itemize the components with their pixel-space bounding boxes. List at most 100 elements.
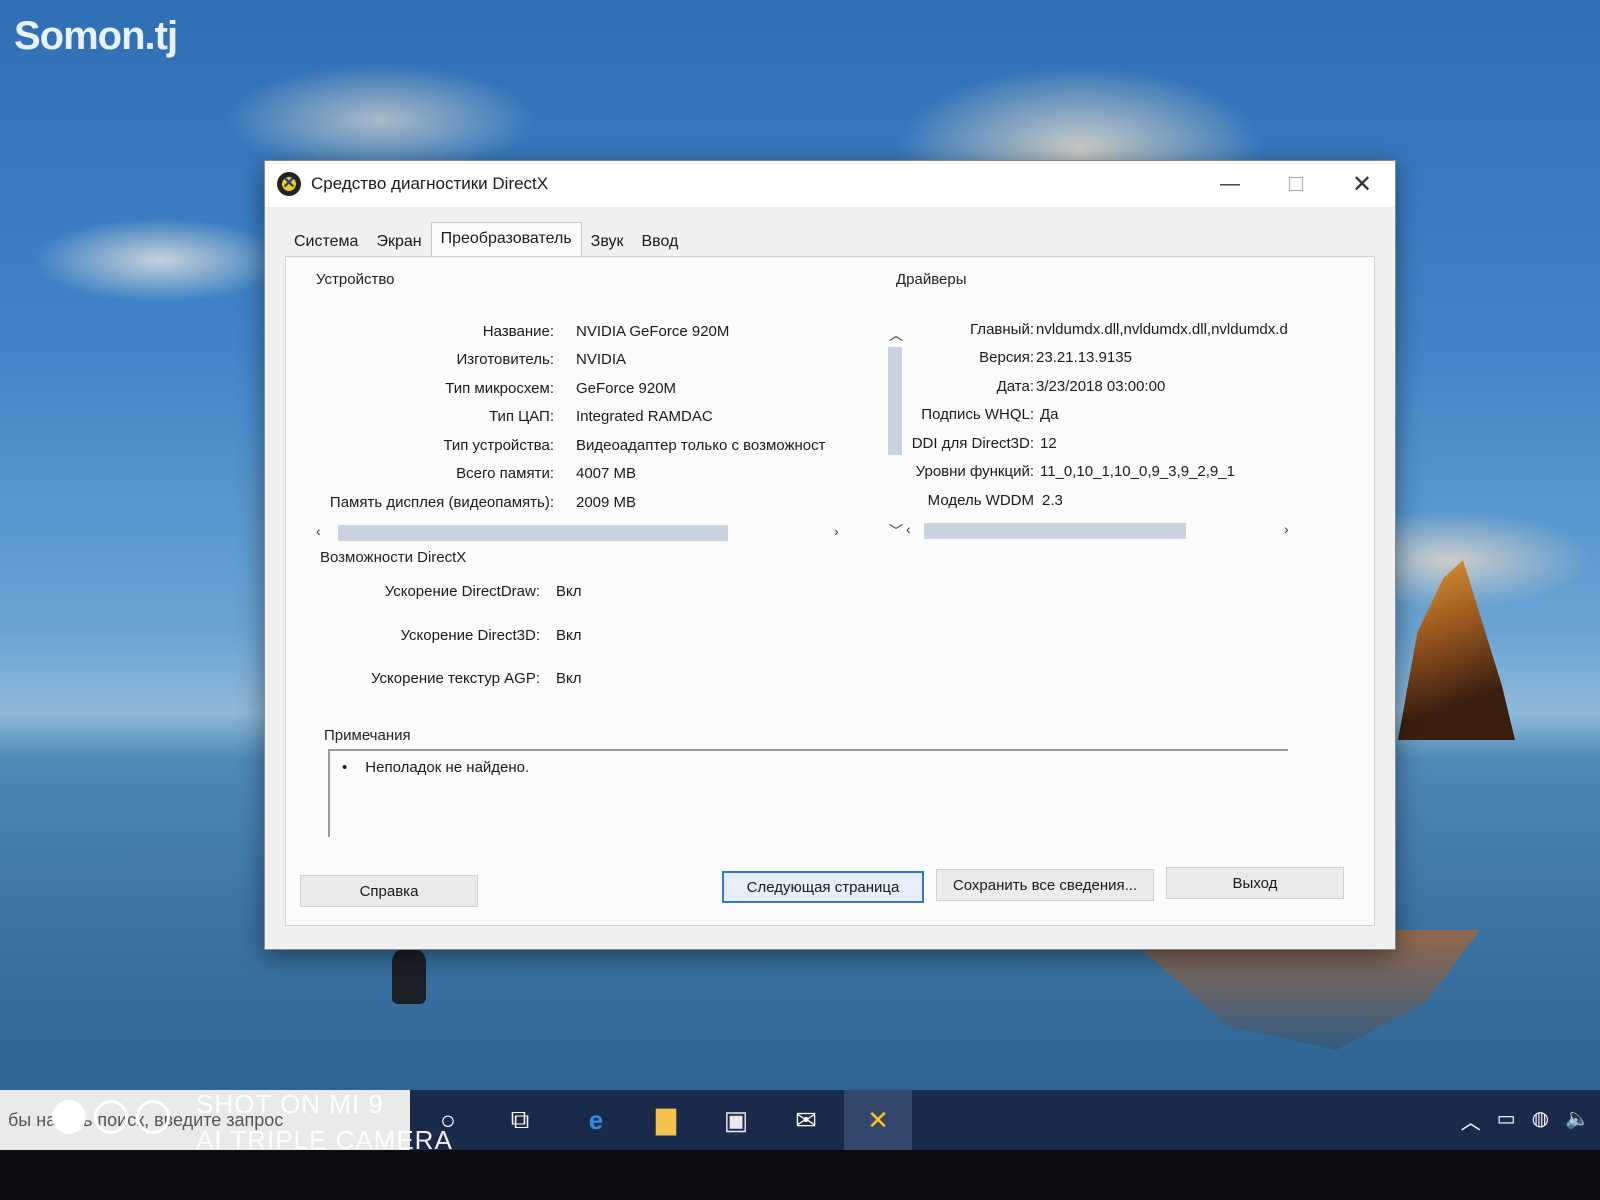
driver-value: 12 — [1040, 435, 1057, 452]
feature-key: Ускорение DirectDraw: — [384, 583, 540, 600]
driver-key: Уровни функций: — [915, 463, 1034, 480]
driver-row: Версия: 23.21.13.9135 — [896, 349, 1132, 366]
network-icon[interactable]: ◍ — [1532, 1106, 1549, 1135]
driver-value: Да — [1040, 406, 1059, 423]
camera-watermark: SHOT ON MI 9 AI TRIPLE CAMERA — [196, 1086, 453, 1158]
window-controls: — ✕ — [1197, 161, 1395, 207]
driver-value: nvldumdx.dll,nvldumdx.dll,nvldumdx.d — [1036, 321, 1288, 338]
device-row: Тип ЦАП: Integrated RAMDAC — [306, 408, 713, 425]
store-icon[interactable]: ▣ — [716, 1100, 756, 1140]
driver-key: Подпись WHQL: — [921, 406, 1034, 423]
tab-render[interactable]: Преобразователь — [430, 222, 582, 257]
device-info-box: Название: NVIDIA GeForce 920M Изготовите… — [306, 281, 903, 543]
driver-key: Модель WDDM — [927, 492, 1034, 509]
camera-watermark-dots — [52, 1100, 170, 1134]
directx-taskbar-icon[interactable]: ✕ — [844, 1090, 912, 1150]
device-key: Тип микросхем: — [445, 380, 554, 397]
device-key: Всего памяти: — [456, 465, 554, 482]
directx-features-group-label: Возможности DirectX — [320, 549, 467, 566]
directx-diagnostic-window: ✕ Средство диагностики DirectX — ✕ Систе… — [264, 160, 1396, 950]
driver-row: Подпись WHQL: Да — [896, 406, 1059, 423]
notes-group-label: Примечания — [324, 727, 411, 744]
save-all-button[interactable]: Сохранить все сведения... — [936, 869, 1154, 901]
notes-box: Неполадок не найдено. — [328, 749, 1288, 837]
battery-icon[interactable]: ▭ — [1497, 1106, 1516, 1135]
feature-key: Ускорение текстур AGP: — [371, 670, 540, 687]
device-hscroll-thumb[interactable] — [338, 525, 728, 541]
driver-row: Модель WDDM 2.3 — [896, 492, 1063, 509]
mail-icon[interactable]: ✉ — [786, 1100, 826, 1140]
exit-button[interactable]: Выход — [1166, 867, 1344, 899]
tab-input[interactable]: Ввод — [632, 225, 687, 257]
device-key: Тип ЦАП: — [488, 408, 554, 425]
device-value: NVIDIA GeForce 920M — [576, 323, 730, 340]
close-button[interactable]: ✕ — [1329, 161, 1395, 207]
titlebar[interactable]: ✕ Средство диагностики DirectX — ✕ — [265, 161, 1395, 207]
scroll-right-icon[interactable]: › — [1284, 521, 1289, 537]
directx-icon: ✕ — [277, 172, 301, 196]
system-tray: ︿ ▭ ◍ 🔈 — [1461, 1106, 1590, 1135]
scroll-left-icon[interactable]: ‹ — [316, 523, 321, 539]
driver-row: Дата: 3/23/2018 03:00:00 — [896, 378, 1166, 395]
watermark-logo: Somon.tj — [14, 14, 178, 58]
device-value: NVIDIA — [576, 351, 627, 368]
volume-icon[interactable]: 🔈 — [1565, 1106, 1590, 1135]
device-row: Тип устройства: Видеоадаптер только с во… — [306, 437, 866, 454]
driver-row: Уровни функций: 11_0,10_1,10_0,9_3,9_2,9… — [896, 463, 1235, 480]
device-value: Видеоадаптер только с возможност — [576, 437, 826, 454]
feature-row: Ускорение DirectDraw: Вкл — [306, 583, 582, 600]
tab-system[interactable]: Система — [285, 225, 367, 257]
device-value: 2009 MB — [576, 494, 637, 511]
maximize-icon — [1289, 177, 1303, 191]
device-row: Память дисплея (видеопамять): 2009 MB — [306, 494, 636, 511]
edge-icon[interactable]: e — [576, 1100, 616, 1140]
device-key: Название: — [482, 323, 554, 340]
tab-panel: Устройство Название: NVIDIA GeForce 920M… — [285, 256, 1375, 926]
driver-value: 3/23/2018 03:00:00 — [1036, 378, 1166, 395]
drivers-hscroll-thumb[interactable] — [924, 523, 1186, 539]
tab-sound[interactable]: Звук — [582, 225, 633, 257]
scroll-left-icon[interactable]: ‹ — [906, 521, 911, 537]
feature-row: Ускорение Direct3D: Вкл — [306, 627, 582, 644]
feature-value: Вкл — [556, 583, 582, 600]
minimize-button[interactable]: — — [1197, 161, 1263, 207]
file-explorer-icon[interactable]: ▇ — [646, 1100, 686, 1140]
driver-value: 11_0,10_1,10_0,9_3,9_2,9_1 — [1040, 463, 1235, 480]
feature-row: Ускорение текстур AGP: Вкл — [306, 670, 581, 687]
device-row: Тип микросхем: GeForce 920M — [306, 380, 676, 397]
driver-key: Главный: — [970, 321, 1034, 338]
driver-row: Главный: nvldumdx.dll,nvldumdx.dll,nvldu… — [896, 321, 1288, 338]
feature-key: Ускорение Direct3D: — [400, 627, 540, 644]
wallpaper-rock — [1398, 560, 1515, 740]
device-key: Тип устройства: — [443, 437, 554, 454]
camera-watermark-line2: AI TRIPLE CAMERA — [196, 1125, 453, 1155]
camera-watermark-line1: SHOT ON MI 9 — [196, 1089, 384, 1119]
device-value: GeForce 920M — [576, 380, 677, 397]
next-page-button[interactable]: Следующая страница — [722, 871, 924, 903]
window-title: Средство диагностики DirectX — [311, 174, 549, 193]
help-button[interactable]: Справка — [300, 875, 478, 907]
drivers-info-box: Главный: nvldumdx.dll,nvldumdx.dll,nvldu… — [906, 281, 1356, 543]
device-value: Integrated RAMDAC — [576, 408, 713, 425]
tab-display[interactable]: Экран — [367, 225, 430, 257]
tab-bar: Система Экран Преобразователь Звук Ввод — [285, 221, 687, 257]
device-row: Всего памяти: 4007 MB — [306, 465, 636, 482]
driver-key: DDI для Direct3D: — [911, 435, 1034, 452]
drivers-horizontal-scrollbar[interactable]: ‹ › — [906, 521, 1296, 539]
device-key: Память дисплея (видеопамять): — [329, 494, 554, 511]
driver-value: 23.21.13.9135 — [1036, 349, 1132, 366]
device-horizontal-scrollbar[interactable]: ‹ › — [316, 523, 846, 541]
feature-value: Вкл — [556, 627, 582, 644]
scroll-down-icon[interactable]: ﹀ — [889, 521, 903, 541]
driver-key: Дата: — [996, 378, 1034, 395]
device-row: Название: NVIDIA GeForce 920M — [306, 323, 730, 340]
driver-row: DDI для Direct3D: 12 — [896, 435, 1057, 452]
driver-key: Версия: — [979, 349, 1034, 366]
note-item: Неполадок не найдено. — [342, 759, 529, 776]
chevron-up-icon[interactable]: ︿ — [1461, 1106, 1481, 1135]
device-row: Изготовитель: NVIDIA — [306, 351, 627, 368]
scroll-right-icon[interactable]: › — [834, 523, 839, 539]
task-view-icon[interactable]: ⧉ — [500, 1100, 540, 1140]
driver-value: 2.3 — [1042, 492, 1063, 509]
maximize-button[interactable] — [1263, 161, 1329, 207]
